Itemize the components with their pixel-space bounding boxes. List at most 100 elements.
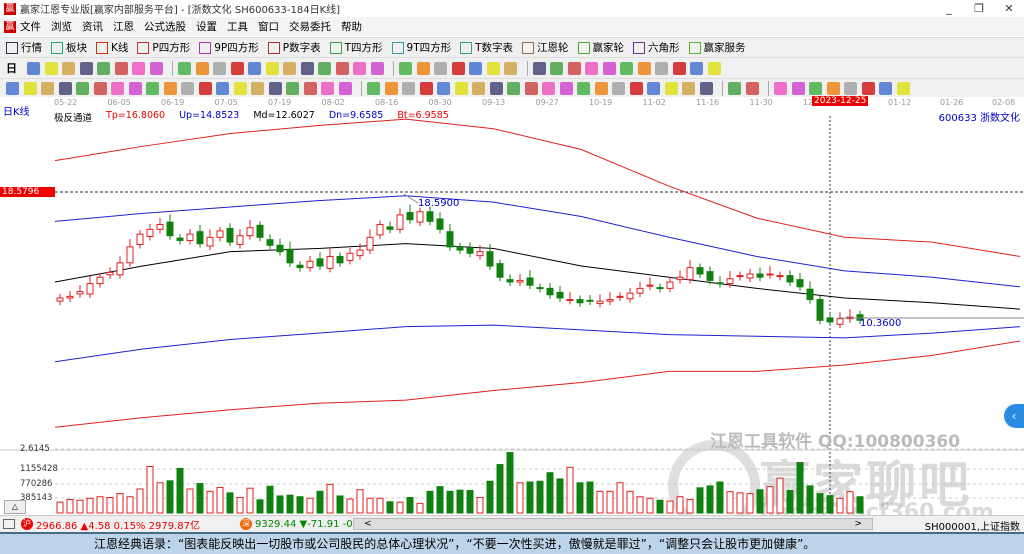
tool-icon[interactable] (550, 61, 563, 75)
tool-icon[interactable] (647, 81, 660, 95)
toolbar-item-10[interactable]: 赢家轮 (577, 40, 624, 55)
menu-settings[interactable]: 设置 (196, 19, 217, 34)
tool-icon[interactable] (504, 61, 517, 75)
toolbar-item-12[interactable]: 赢家服务 (688, 40, 746, 55)
tool-icon[interactable] (524, 81, 538, 95)
tool-icon[interactable] (896, 81, 910, 95)
menu-tools[interactable]: 工具 (227, 19, 248, 34)
toolbar-item-9[interactable]: 江恩轮 (522, 40, 569, 55)
menu-news[interactable]: 资讯 (82, 19, 103, 34)
menu-browse[interactable]: 浏览 (51, 19, 72, 34)
tool-icon[interactable] (791, 81, 805, 95)
tool-icon[interactable] (532, 61, 546, 75)
tool-icon[interactable] (507, 81, 520, 95)
minimize-button[interactable]: _ (934, 0, 964, 17)
tool-icon[interactable] (690, 61, 703, 75)
tool-icon[interactable] (559, 81, 573, 95)
tool-icon[interactable] (198, 81, 212, 95)
tool-icon[interactable] (402, 81, 415, 95)
tool-icon[interactable] (178, 61, 191, 75)
tool-icon[interactable] (655, 61, 668, 75)
tool-icon[interactable] (251, 81, 264, 95)
tool-icon[interactable] (93, 81, 107, 95)
tool-icon[interactable] (163, 81, 177, 95)
tool-icon[interactable] (682, 81, 695, 95)
tool-icon[interactable] (594, 81, 608, 95)
toolbar-item-7[interactable]: 9T四方形 (391, 40, 451, 55)
tool-icon[interactable] (41, 81, 54, 95)
tool-icon[interactable] (283, 61, 296, 75)
tool-icon[interactable] (303, 81, 317, 95)
toolbar-item-8[interactable]: T数字表 (460, 40, 513, 55)
tool-icon[interactable] (664, 81, 678, 95)
toolbar-item-1[interactable]: 板块 (51, 40, 87, 55)
tool-icon[interactable] (367, 81, 380, 95)
tool-icon[interactable] (62, 61, 75, 75)
tool-icon[interactable] (879, 81, 892, 95)
tool-icon[interactable] (612, 81, 625, 95)
horizontal-scrollbar[interactable]: < > (353, 518, 873, 530)
tool-icon[interactable] (370, 61, 384, 75)
tool-icon[interactable] (486, 61, 500, 75)
tool-icon[interactable] (861, 81, 875, 95)
tool-icon[interactable] (437, 81, 450, 95)
tool-icon[interactable] (128, 81, 142, 95)
tool-icon[interactable] (577, 81, 590, 95)
tool-icon[interactable] (542, 81, 555, 95)
tool-icon[interactable] (233, 81, 247, 95)
tool-icon[interactable] (472, 81, 485, 95)
tool-icon[interactable] (489, 81, 503, 95)
tool-icon[interactable] (230, 61, 244, 75)
menu-trade[interactable]: 交易委托 (289, 19, 331, 34)
tool-icon[interactable] (335, 61, 349, 75)
tool-icon[interactable] (23, 81, 37, 95)
tool-icon[interactable] (434, 61, 447, 75)
side-expand-button[interactable]: ‹ (1004, 404, 1024, 428)
tool-icon[interactable] (469, 61, 482, 75)
menu-window[interactable]: 窗口 (258, 19, 279, 34)
toolbar-item-5[interactable]: P数字表 (267, 40, 321, 55)
toolbar-item-3[interactable]: P四方形 (137, 40, 190, 55)
maximize-button[interactable]: ❐ (964, 0, 994, 17)
tool-icon[interactable] (809, 81, 822, 95)
tool-icon[interactable] (216, 81, 229, 95)
tool-icon[interactable] (286, 81, 299, 95)
tool-icon[interactable] (451, 61, 465, 75)
tool-icon[interactable] (774, 81, 787, 95)
scroll-right-button[interactable]: > (854, 519, 862, 529)
tool-icon[interactable] (58, 81, 72, 95)
tool-icon[interactable] (384, 81, 398, 95)
toolbar-item-0[interactable]: 行情 (6, 40, 42, 55)
menu-formula[interactable]: 公式选股 (144, 19, 186, 34)
tool-icon[interactable] (585, 61, 598, 75)
toolbar-item-11[interactable]: 六角形 (633, 40, 680, 55)
tool-icon[interactable] (826, 81, 840, 95)
tool-icon[interactable] (195, 61, 209, 75)
tool-icon[interactable] (76, 81, 89, 95)
tool-icon[interactable] (419, 81, 433, 95)
tool-icon[interactable] (27, 61, 40, 75)
tool-icon[interactable] (416, 61, 430, 75)
tool-icon[interactable] (181, 81, 194, 95)
tool-icon[interactable] (637, 61, 651, 75)
period-select[interactable]: 日 (6, 60, 17, 76)
tool-icon[interactable] (745, 81, 759, 95)
tool-icon[interactable] (149, 61, 163, 75)
tool-icon[interactable] (629, 81, 643, 95)
tool-icon[interactable] (707, 61, 721, 75)
tool-icon[interactable] (114, 61, 128, 75)
tool-icon[interactable] (146, 81, 159, 95)
toolbar-item-2[interactable]: K线 (96, 40, 128, 55)
tool-icon[interactable] (213, 61, 226, 75)
calculator-icon[interactable] (3, 519, 15, 529)
tool-icon[interactable] (728, 81, 741, 95)
tool-icon[interactable] (844, 81, 857, 95)
kline-chart[interactable]: 18.5900 10.3600 (0, 108, 1024, 515)
tool-icon[interactable] (6, 81, 19, 95)
tool-icon[interactable] (132, 61, 145, 75)
index-selector[interactable]: SH000001,上证指数 (925, 518, 1020, 533)
tool-icon[interactable] (672, 61, 686, 75)
tool-icon[interactable] (265, 61, 279, 75)
collapse-button[interactable]: △ (4, 500, 26, 514)
tool-icon[interactable] (111, 81, 124, 95)
